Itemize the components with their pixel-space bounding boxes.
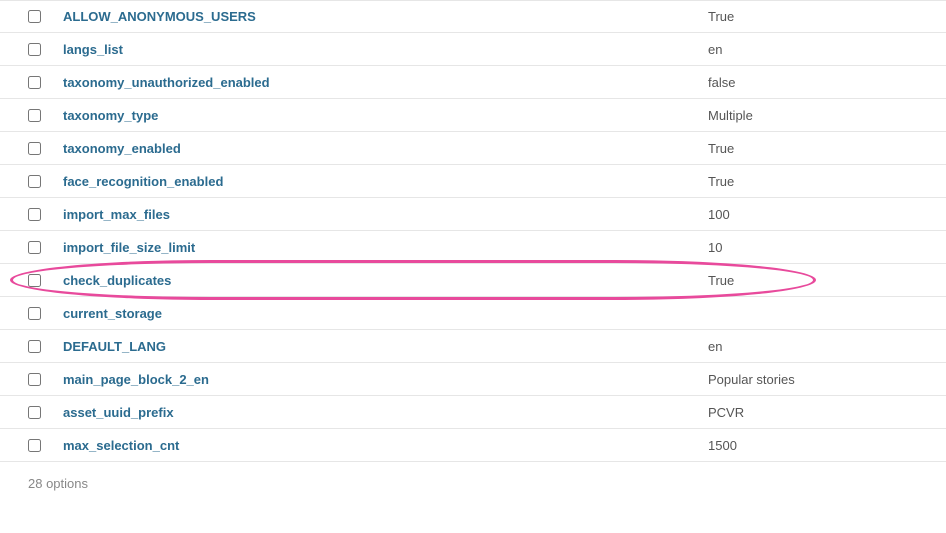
option-key-cell: check_duplicates <box>48 265 698 296</box>
option-key-cell: taxonomy_unauthorized_enabled <box>48 67 698 98</box>
row-checkbox[interactable] <box>28 373 41 386</box>
option-value-cell: 1500 <box>698 430 946 461</box>
options-table: ALLOW_ANONYMOUS_USERSTruelangs_listentax… <box>0 0 946 462</box>
option-key-link[interactable]: DEFAULT_LANG <box>63 339 166 354</box>
table-row: check_duplicates True <box>0 264 946 297</box>
table-row: max_selection_cnt 1500 <box>0 429 946 462</box>
table-row: taxonomy_type Multiple <box>0 99 946 132</box>
checkbox-cell <box>0 175 48 188</box>
row-checkbox[interactable] <box>28 142 41 155</box>
row-checkbox[interactable] <box>28 274 41 287</box>
option-value-cell: PCVR <box>698 397 946 428</box>
option-key-link[interactable]: current_storage <box>63 306 162 321</box>
checkbox-cell <box>0 340 48 353</box>
table-row: langs_list en <box>0 33 946 66</box>
table-row: import_max_files 100 <box>0 198 946 231</box>
checkbox-cell <box>0 373 48 386</box>
row-checkbox[interactable] <box>28 340 41 353</box>
table-row: asset_uuid_prefix PCVR <box>0 396 946 429</box>
checkbox-cell <box>0 208 48 221</box>
row-checkbox[interactable] <box>28 43 41 56</box>
table-row: taxonomy_enabled True <box>0 132 946 165</box>
table-row: ALLOW_ANONYMOUS_USERS True <box>0 0 946 33</box>
checkbox-cell <box>0 109 48 122</box>
option-value-cell: True <box>698 166 946 197</box>
option-key-cell: DEFAULT_LANG <box>48 331 698 362</box>
options-count-footer: 28 options <box>0 462 946 505</box>
checkbox-cell <box>0 439 48 452</box>
option-value-cell: True <box>698 265 946 296</box>
option-key-cell: import_max_files <box>48 199 698 230</box>
option-key-cell: ALLOW_ANONYMOUS_USERS <box>48 1 698 32</box>
table-row: face_recognition_enabled True <box>0 165 946 198</box>
option-key-cell: taxonomy_enabled <box>48 133 698 164</box>
option-key-cell: langs_list <box>48 34 698 65</box>
option-key-link[interactable]: import_max_files <box>63 207 170 222</box>
option-value-cell: Popular stories <box>698 364 946 395</box>
option-value-cell: en <box>698 331 946 362</box>
option-key-link[interactable]: ALLOW_ANONYMOUS_USERS <box>63 9 256 24</box>
row-checkbox[interactable] <box>28 439 41 452</box>
option-key-cell: taxonomy_type <box>48 100 698 131</box>
option-key-cell: import_file_size_limit <box>48 232 698 263</box>
option-value-cell: Multiple <box>698 100 946 131</box>
checkbox-cell <box>0 274 48 287</box>
checkbox-cell <box>0 307 48 320</box>
option-key-link[interactable]: import_file_size_limit <box>63 240 195 255</box>
checkbox-cell <box>0 406 48 419</box>
table-row: DEFAULT_LANG en <box>0 330 946 363</box>
option-key-link[interactable]: max_selection_cnt <box>63 438 179 453</box>
table-row: import_file_size_limit 10 <box>0 231 946 264</box>
option-key-link[interactable]: taxonomy_unauthorized_enabled <box>63 75 270 90</box>
checkbox-cell <box>0 76 48 89</box>
option-value-cell: en <box>698 34 946 65</box>
checkbox-cell <box>0 142 48 155</box>
option-value-cell: True <box>698 1 946 32</box>
table-row: taxonomy_unauthorized_enabled false <box>0 66 946 99</box>
option-value-cell: 100 <box>698 199 946 230</box>
row-checkbox[interactable] <box>28 307 41 320</box>
row-checkbox[interactable] <box>28 76 41 89</box>
row-checkbox[interactable] <box>28 241 41 254</box>
row-checkbox[interactable] <box>28 406 41 419</box>
row-checkbox[interactable] <box>28 10 41 23</box>
option-key-link[interactable]: taxonomy_type <box>63 108 158 123</box>
table-row: current_storage <box>0 297 946 330</box>
option-key-link[interactable]: taxonomy_enabled <box>63 141 181 156</box>
checkbox-cell <box>0 241 48 254</box>
checkbox-cell <box>0 10 48 23</box>
option-key-cell: max_selection_cnt <box>48 430 698 461</box>
option-key-link[interactable]: langs_list <box>63 42 123 57</box>
option-value-cell: 10 <box>698 232 946 263</box>
checkbox-cell <box>0 43 48 56</box>
row-checkbox[interactable] <box>28 175 41 188</box>
row-checkbox[interactable] <box>28 109 41 122</box>
option-key-link[interactable]: check_duplicates <box>63 273 171 288</box>
option-value-cell: false <box>698 67 946 98</box>
row-checkbox[interactable] <box>28 208 41 221</box>
option-key-cell: current_storage <box>48 298 698 329</box>
option-key-cell: main_page_block_2_en <box>48 364 698 395</box>
option-key-link[interactable]: main_page_block_2_en <box>63 372 209 387</box>
option-value-cell <box>698 305 946 321</box>
option-key-cell: asset_uuid_prefix <box>48 397 698 428</box>
option-key-link[interactable]: face_recognition_enabled <box>63 174 223 189</box>
option-key-link[interactable]: asset_uuid_prefix <box>63 405 174 420</box>
table-row: main_page_block_2_en Popular stories <box>0 363 946 396</box>
option-key-cell: face_recognition_enabled <box>48 166 698 197</box>
option-value-cell: True <box>698 133 946 164</box>
